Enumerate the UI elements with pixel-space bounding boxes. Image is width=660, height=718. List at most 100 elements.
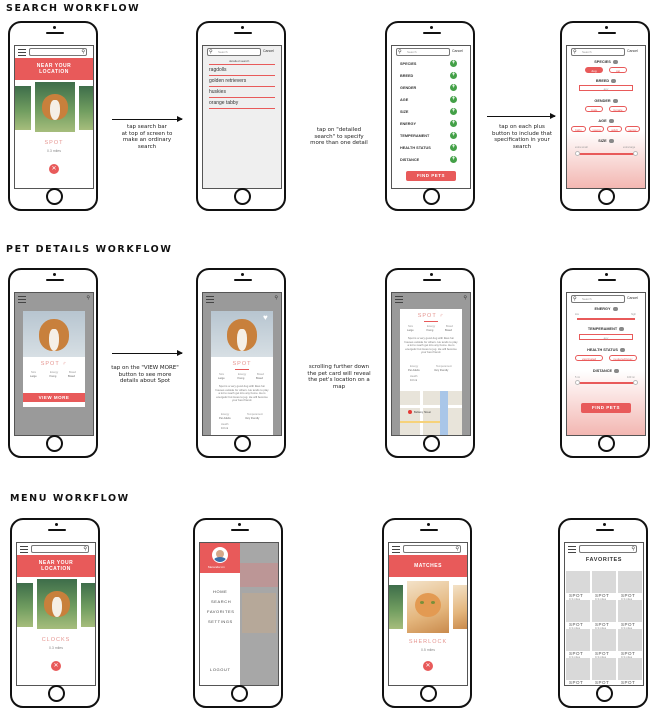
search-input[interactable]: ⚲ Search [571, 48, 625, 56]
search-suggestion[interactable]: orange tabby [209, 100, 238, 106]
add-temperament-button[interactable]: + [450, 132, 457, 139]
add-species-button[interactable]: + [450, 60, 457, 67]
home-button[interactable] [598, 435, 615, 452]
search-input[interactable]: ⚲ [579, 545, 637, 553]
species-cat-option[interactable]: cat [609, 67, 627, 73]
search-input[interactable]: ⚲ [29, 48, 87, 56]
menu-icon[interactable] [392, 546, 400, 553]
view-more-button[interactable]: VIEW MORE [23, 393, 85, 402]
distance-slider-min-handle[interactable] [575, 380, 580, 385]
age-young-option[interactable]: young [589, 126, 604, 132]
favorite-card[interactable] [566, 658, 590, 680]
dimmed-background[interactable] [240, 543, 278, 685]
pet-location-map[interactable]: Bellamy Street [400, 391, 462, 435]
size-slider-max-handle[interactable] [633, 151, 638, 156]
home-button[interactable] [231, 685, 248, 702]
search-suggestion[interactable]: ragdolls [209, 67, 227, 73]
menu-item-search[interactable]: SEARCH [211, 599, 231, 604]
gender-female-option[interactable]: female [609, 106, 627, 112]
menu-item-home[interactable]: HOME [213, 589, 227, 594]
favorite-card[interactable] [592, 629, 616, 651]
find-pets-button[interactable]: FIND PETS [581, 403, 631, 413]
pet-photo-next[interactable] [453, 585, 467, 629]
home-button[interactable] [420, 685, 437, 702]
home-button[interactable] [596, 685, 613, 702]
close-button[interactable]: ✕ [49, 164, 59, 174]
cancel-link[interactable]: Cancel [627, 296, 638, 300]
size-slider[interactable] [577, 153, 635, 155]
add-age-button[interactable]: + [450, 96, 457, 103]
size-slider-min-handle[interactable] [575, 151, 580, 156]
search-icon[interactable]: ⚲ [86, 295, 90, 301]
home-button[interactable] [46, 188, 63, 205]
menu-icon[interactable] [18, 296, 26, 303]
avatar[interactable] [212, 547, 228, 563]
age-senior-option[interactable]: senior [625, 126, 640, 132]
favorite-card[interactable] [566, 600, 590, 622]
age-baby-option[interactable]: baby [571, 126, 586, 132]
add-breed-button[interactable]: + [450, 72, 457, 79]
home-button[interactable] [46, 435, 63, 452]
menu-icon[interactable] [568, 546, 576, 553]
pet-photo-next[interactable] [79, 86, 93, 130]
close-button[interactable]: ✕ [51, 661, 61, 671]
distance-slider[interactable] [577, 382, 635, 384]
menu-item-settings[interactable]: SETTINGS [208, 619, 233, 624]
favorite-card[interactable] [566, 629, 590, 651]
age-adult-option[interactable]: adult [607, 126, 622, 132]
pet-photo-prev[interactable] [17, 583, 33, 627]
add-gender-button[interactable]: + [450, 84, 457, 91]
menu-icon[interactable] [18, 49, 26, 56]
favorite-card[interactable] [592, 571, 616, 593]
add-distance-button[interactable]: + [450, 156, 457, 163]
favorite-card[interactable] [592, 600, 616, 622]
species-dog-option[interactable]: dog [585, 67, 603, 73]
find-pets-button[interactable]: FIND PETS [406, 171, 456, 181]
favorite-card[interactable] [592, 658, 616, 680]
search-input[interactable]: ⚲ [31, 545, 89, 553]
add-size-button[interactable]: + [450, 108, 457, 115]
favorite-card[interactable] [618, 629, 642, 651]
search-input[interactable]: ⚲ Search [207, 48, 261, 56]
gender-male-option[interactable]: male [585, 106, 603, 112]
search-suggestion[interactable]: huskies [209, 89, 226, 95]
pet-photo[interactable] [407, 581, 449, 633]
favorite-card[interactable] [618, 658, 642, 680]
pet-photo-prev[interactable] [15, 86, 31, 130]
add-energy-button[interactable]: + [450, 120, 457, 127]
search-icon[interactable]: ⚲ [463, 295, 467, 301]
pet-photo[interactable] [35, 82, 75, 132]
pet-photo-prev[interactable] [389, 585, 403, 629]
favorite-card[interactable] [566, 571, 590, 593]
home-button[interactable] [598, 188, 615, 205]
pet-photo-next[interactable] [81, 583, 95, 627]
cancel-link[interactable]: Cancel [452, 49, 463, 53]
cancel-link[interactable]: Cancel [627, 49, 638, 53]
menu-item-favorites[interactable]: FAVORITES [207, 609, 235, 614]
temperament-field[interactable]: any [579, 334, 633, 340]
home-button[interactable] [423, 188, 440, 205]
home-button[interactable] [48, 685, 65, 702]
add-health-button[interactable]: + [450, 144, 457, 151]
pet-photo[interactable] [37, 579, 77, 629]
detailed-search-link[interactable]: detailed search [229, 59, 249, 63]
favorite-card[interactable] [618, 571, 642, 593]
home-button[interactable] [234, 435, 251, 452]
health-neutered-option[interactable]: neutered/spay [609, 355, 637, 361]
logout-link[interactable]: LOGOUT [210, 667, 231, 672]
home-button[interactable] [423, 435, 440, 452]
search-input[interactable]: ⚲ Search [571, 295, 625, 303]
favorite-card[interactable] [618, 600, 642, 622]
breed-field[interactable]: any [579, 85, 633, 91]
search-input[interactable]: ⚲ Search [396, 48, 450, 56]
heart-icon[interactable]: ♥ [263, 313, 268, 322]
health-vaccinated-option[interactable]: vaccinated [575, 355, 603, 361]
energy-slider[interactable] [577, 318, 635, 320]
menu-icon[interactable] [20, 546, 28, 553]
distance-slider-max-handle[interactable] [633, 380, 638, 385]
cancel-link[interactable]: Cancel [263, 49, 274, 53]
search-icon[interactable]: ⚲ [274, 295, 278, 301]
menu-icon[interactable] [395, 296, 403, 303]
close-button[interactable]: ✕ [423, 661, 433, 671]
search-input[interactable]: ⚲ [403, 545, 461, 553]
